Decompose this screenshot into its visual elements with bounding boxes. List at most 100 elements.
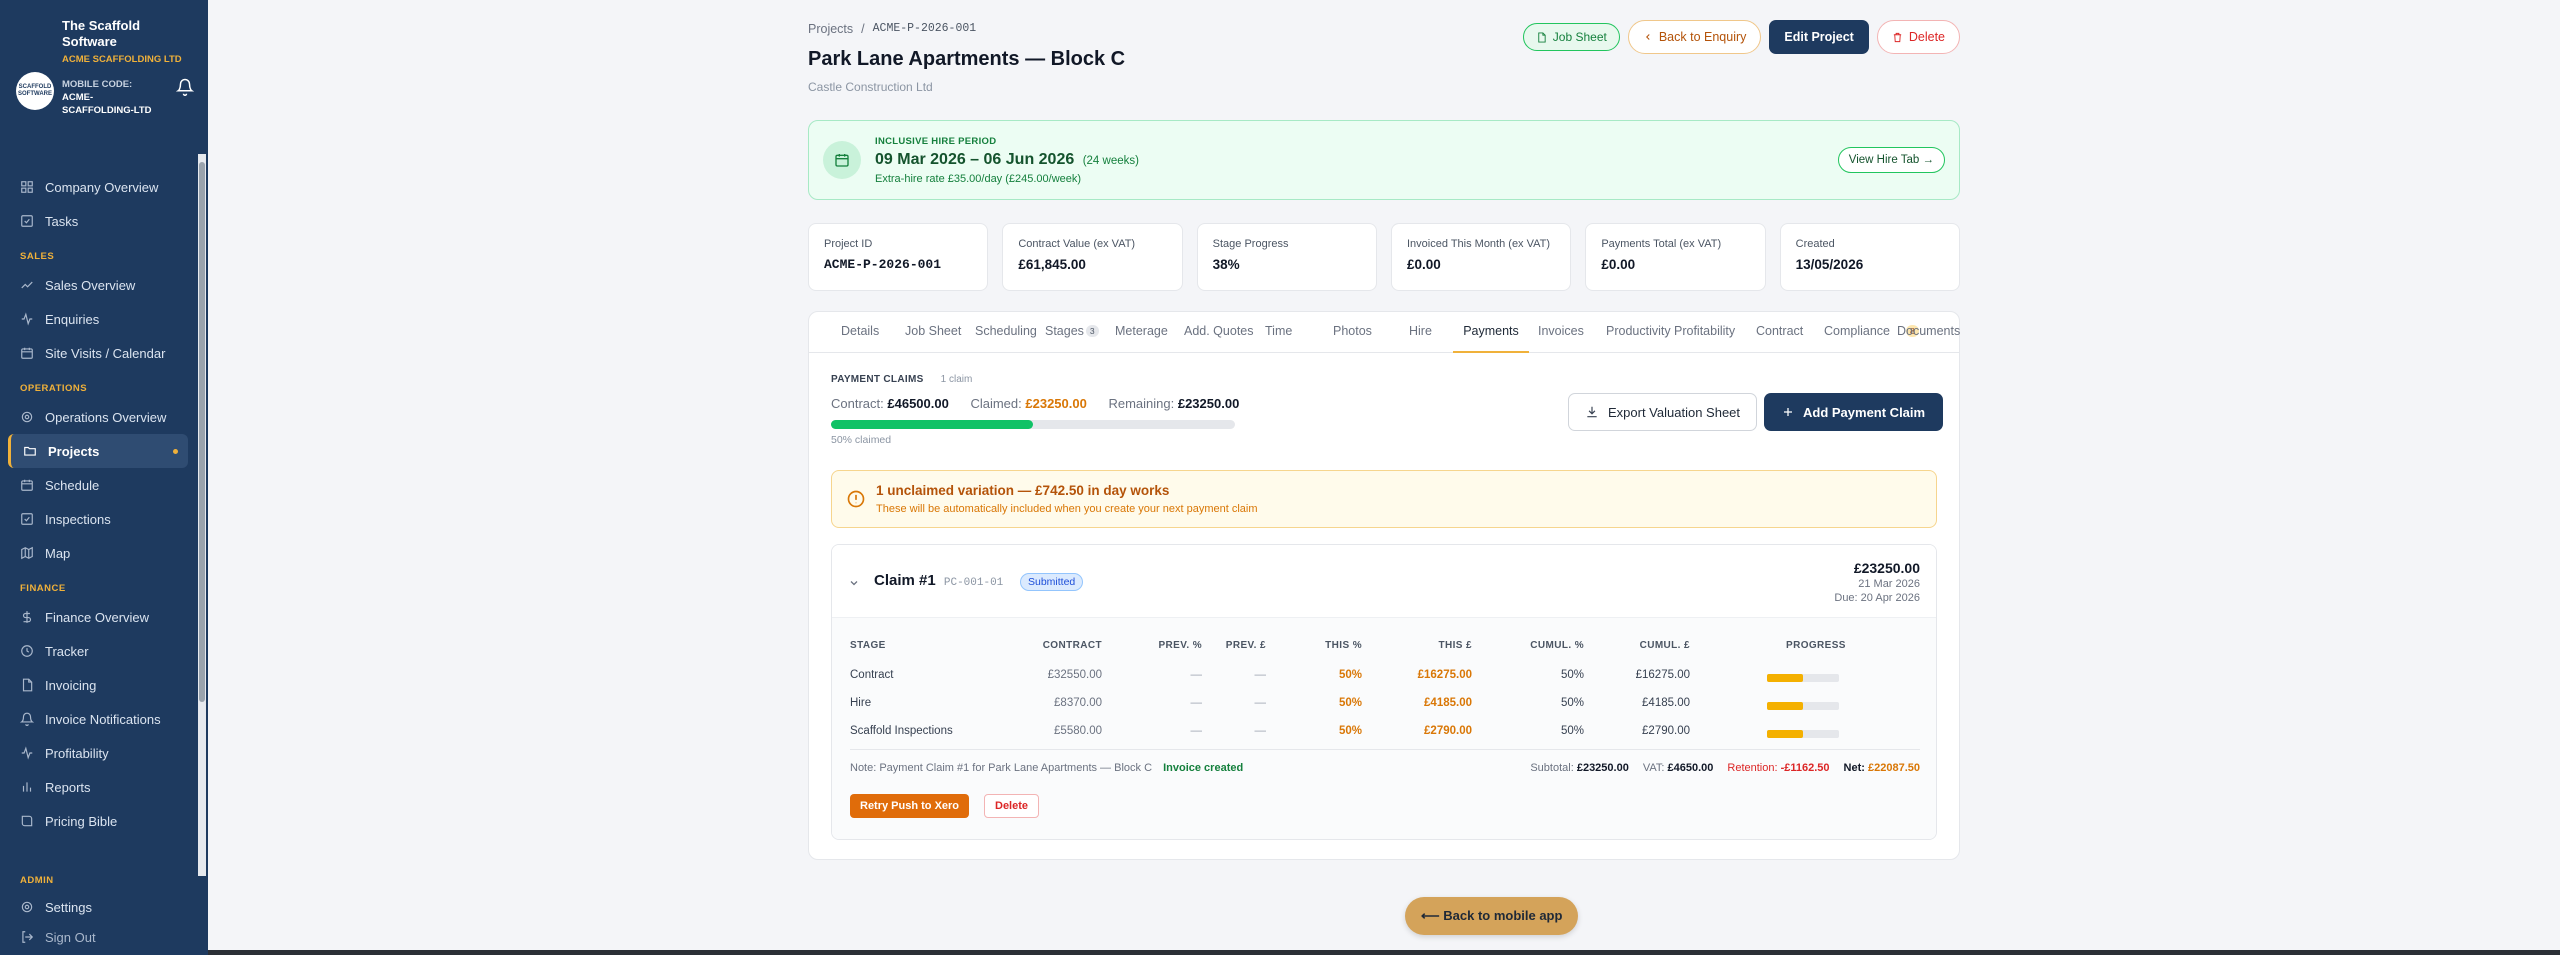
- gear-icon: [21, 901, 33, 913]
- back-to-mobile-app-button[interactable]: ⟵ Back to mobile app: [1405, 897, 1579, 935]
- cell-contract: £5580.00: [1054, 725, 1102, 737]
- export-label: Export Valuation Sheet: [1608, 404, 1741, 420]
- sidebar-item-finance-overview[interactable]: Finance Overview: [8, 600, 188, 634]
- sidebar-item-reports[interactable]: Reports: [8, 770, 188, 804]
- sidebar-item-invoicing[interactable]: Invoicing: [8, 668, 188, 702]
- edit-project-button[interactable]: Edit Project: [1769, 20, 1869, 54]
- sidebar-item-sales-overview[interactable]: Sales Overview: [8, 268, 188, 302]
- sidebar-item-settings[interactable]: Settings: [8, 892, 188, 922]
- checkbox-icon: [21, 215, 33, 227]
- breadcrumb-projects[interactable]: Projects: [808, 22, 853, 36]
- retention: Retention: -£1162.50: [1727, 762, 1829, 774]
- cell-this-gbp: £2790.00: [1424, 725, 1472, 737]
- sidebar-item-label: Sign Out: [45, 929, 96, 945]
- sidebar-scroll-thumb[interactable]: [199, 162, 205, 702]
- sidebar-item-label: Site Visits / Calendar: [45, 345, 166, 361]
- view-hire-tab-button[interactable]: View Hire Tab →: [1837, 147, 1945, 173]
- tab-details[interactable]: Details: [841, 312, 879, 353]
- tab-productivity[interactable]: Productivity: [1606, 312, 1671, 353]
- tab-compliance[interactable]: Compliance 8: [1824, 312, 1919, 353]
- sidebar-item-label: Invoicing: [45, 677, 97, 693]
- tab-time[interactable]: Time: [1265, 312, 1292, 353]
- delete-claim-button[interactable]: Delete: [984, 794, 1040, 818]
- project-tabs-panel: Details Job Sheet Scheduling Stages 3 Met…: [808, 311, 1960, 860]
- gear-icon: [21, 411, 33, 423]
- sidebar-item-sign-out[interactable]: Sign Out: [8, 922, 188, 952]
- tab-invoices[interactable]: Invoices: [1538, 312, 1584, 353]
- tab-profitability[interactable]: Profitability: [1674, 312, 1735, 353]
- delete-project-button[interactable]: Delete: [1876, 20, 1960, 54]
- sidebar-item-label: Finance Overview: [45, 609, 150, 625]
- stage-progress-bar: [1767, 674, 1839, 682]
- tab-documents[interactable]: Documents: [1897, 312, 1960, 353]
- claimed-progress-text: 50% claimed: [831, 434, 892, 446]
- claim-total: £23250.00: [1853, 560, 1920, 576]
- sidebar-item-operations-overview[interactable]: Operations Overview: [8, 400, 188, 434]
- sidebar-item-pricing-bible[interactable]: Pricing Bible: [8, 804, 188, 838]
- add-claim-label: Add Payment Claim: [1803, 404, 1926, 420]
- page-title: Park Lane Apartments — Block C: [808, 48, 1126, 70]
- stage-progress-bar: [1767, 730, 1839, 738]
- book-icon: [21, 815, 33, 827]
- document-icon: [1538, 31, 1546, 43]
- vat: VAT: £4650.00: [1643, 762, 1714, 774]
- delete-project-label: Delete: [1908, 30, 1945, 44]
- stat-label: Invoiced This Month (ex VAT): [1406, 238, 1551, 250]
- sidebar-item-label: Profitability: [45, 745, 109, 761]
- contract-label: Contract:: [831, 396, 884, 411]
- sidebar-item-map[interactable]: Map: [8, 536, 188, 570]
- stat-label: Project ID: [824, 238, 873, 250]
- extra-hire-rate: Extra-hire rate £35.00/day (£245.00/week…: [875, 173, 1082, 185]
- sidebar-item-tracker[interactable]: Tracker: [8, 634, 188, 668]
- chevron-down-icon[interactable]: [848, 577, 860, 589]
- tab-stages[interactable]: Stages 3: [1045, 312, 1099, 353]
- table-row: Scaffold Inspections £5580.00 — — 50% £2…: [850, 718, 1920, 746]
- sidebar-item-company-overview[interactable]: Company Overview: [8, 170, 188, 204]
- tab-label: Compliance: [1824, 324, 1891, 338]
- sidebar-item-invoice-notifications[interactable]: Invoice Notifications: [8, 702, 188, 736]
- brand: SCAFFOLD SOFTWARE The Scaffold Software …: [10, 14, 200, 144]
- tab-hire[interactable]: Hire: [1409, 312, 1432, 353]
- add-payment-claim-button[interactable]: Add Payment Claim: [1764, 393, 1944, 431]
- stat-value: 38%: [1212, 257, 1240, 272]
- sidebar-item-label: Inspections: [45, 511, 111, 527]
- clock-icon: [21, 645, 33, 657]
- sidebar-item-profitability[interactable]: Profitability: [8, 736, 188, 770]
- nav-section-finance: FINANCE: [20, 583, 66, 594]
- claim-header[interactable]: Claim #1 PC-001-01 Submitted £23250.00 2…: [832, 545, 1936, 617]
- claim-note: Note: Payment Claim #1 for Park Lane Apa…: [850, 762, 1243, 774]
- sidebar-item-enquiries[interactable]: Enquiries: [8, 302, 188, 336]
- sidebar-item-inspections[interactable]: Inspections: [8, 502, 188, 536]
- tab-contract[interactable]: Contract: [1756, 312, 1803, 353]
- stage-progress-fill: [1767, 702, 1803, 710]
- stat-label: Stage Progress: [1212, 238, 1289, 250]
- cell-cumul-gbp: £2790.00: [1642, 725, 1690, 737]
- back-to-enquiry-button[interactable]: Back to Enquiry: [1627, 20, 1762, 54]
- breadcrumb-separator: /: [861, 22, 865, 36]
- tab-job-sheet[interactable]: Job Sheet: [905, 312, 961, 353]
- sidebar-item-site-visits[interactable]: Site Visits / Calendar: [8, 336, 188, 370]
- net-label: Net:: [1843, 762, 1865, 774]
- download-icon: [1587, 406, 1597, 418]
- vat-value: £4650.00: [1667, 762, 1714, 774]
- cell-this-pct: 50%: [1338, 669, 1362, 681]
- sidebar-item-tasks[interactable]: Tasks: [8, 204, 188, 238]
- tab-photos[interactable]: Photos: [1333, 312, 1372, 353]
- sidebar-item-label: Enquiries: [45, 311, 100, 327]
- claim-totals: Subtotal: £23250.00 VAT: £4650.00 Retent…: [1530, 762, 1920, 774]
- export-valuation-sheet-button[interactable]: Export Valuation Sheet: [1568, 393, 1758, 431]
- retry-push-to-xero-button[interactable]: Retry Push to Xero: [850, 794, 970, 818]
- column-header: STAGE: [850, 640, 886, 651]
- cell-prev-pct: —: [1190, 725, 1203, 737]
- tab-payments[interactable]: Payments: [1453, 312, 1529, 353]
- nav-section-admin: ADMIN: [20, 875, 54, 886]
- tab-scheduling[interactable]: Scheduling: [975, 312, 1037, 353]
- tab-meterage[interactable]: Meterage: [1115, 312, 1168, 353]
- tab-add-quotes[interactable]: Add. Quotes: [1184, 312, 1254, 353]
- sidebar-item-projects[interactable]: Projects: [8, 434, 188, 468]
- sidebar-item-schedule[interactable]: Schedule: [8, 468, 188, 502]
- claim-name: Claim #1: [874, 572, 936, 589]
- company-name: ACME SCAFFOLDING LTD: [62, 54, 182, 65]
- job-sheet-button[interactable]: Job Sheet: [1522, 23, 1620, 51]
- bell-icon[interactable]: [176, 78, 194, 96]
